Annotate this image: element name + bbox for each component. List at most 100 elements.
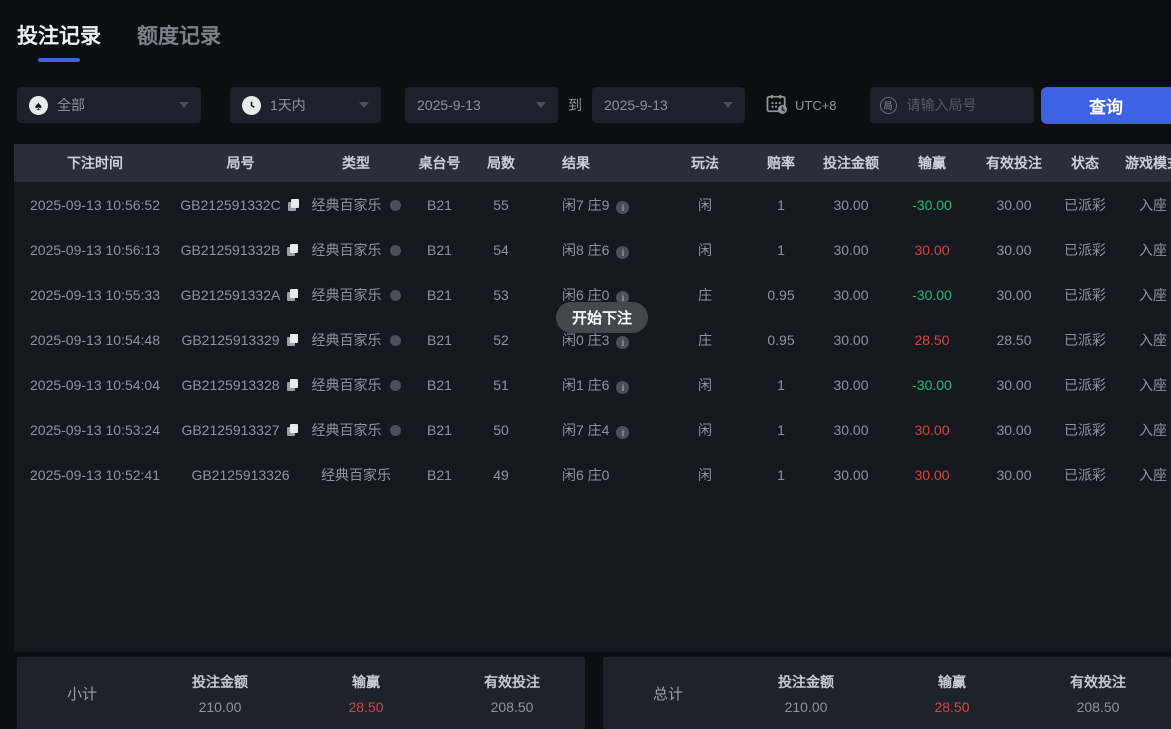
tab-bet-records[interactable]: 投注记录 <box>17 20 101 62</box>
result-text: 闲0 庄3 <box>562 332 609 348</box>
status-cell: 已派彩 <box>1059 182 1111 227</box>
bet-amount-cell: 30.00 <box>807 227 895 272</box>
winloss-cell: 30.00 <box>895 452 969 497</box>
round-count-cell: 53 <box>472 272 530 317</box>
valid-bet-cell: 30.00 <box>969 182 1059 227</box>
table-row[interactable]: 2025-09-13 10:56:13 GB212591332B 经典百家乐 B… <box>14 227 1171 272</box>
type-dot-icon[interactable] <box>390 290 401 301</box>
time-range-value: 1天内 <box>270 95 306 115</box>
play-type-cell: 庄 <box>655 317 755 362</box>
result-text: 闲6 庄0 <box>562 287 609 303</box>
table-header-row: 下注时间局号类型桌台号局数结果玩法赔率投注金额输赢有效投注状态游戏模式 <box>14 144 1171 182</box>
result-cell: 闲7 庄9 <box>530 182 655 227</box>
status-cell: 已派彩 <box>1059 362 1111 407</box>
play-type-cell: 闲 <box>655 362 755 407</box>
copy-icon[interactable] <box>287 334 300 347</box>
info-icon[interactable] <box>616 381 629 394</box>
bet-amount-cell: 30.00 <box>807 407 895 452</box>
table-row[interactable]: 2025-09-13 10:56:52 GB212591332C 经典百家乐 B… <box>14 182 1171 227</box>
valid-bet-cell: 30.00 <box>969 227 1059 272</box>
winloss-value: -30.00 <box>912 377 952 393</box>
winloss-cell: -30.00 <box>895 362 969 407</box>
type-dot-icon[interactable] <box>390 245 401 256</box>
info-icon[interactable] <box>616 426 629 439</box>
round-id-text: GB212591332A <box>181 287 281 303</box>
game-type-select[interactable]: ♠ 全部 <box>17 87 201 123</box>
bet-time-cell: 2025-09-13 10:52:41 <box>14 452 176 497</box>
info-icon[interactable] <box>616 246 629 259</box>
table-no-cell: B21 <box>407 182 472 227</box>
round-search-box[interactable]: 局 <box>870 87 1034 123</box>
column-header: 结果 <box>530 144 655 182</box>
bet-amount-cell: 30.00 <box>807 182 895 227</box>
result-text: 闲1 庄6 <box>562 377 609 393</box>
date-from-value: 2025-9-13 <box>417 97 481 113</box>
date-to-picker[interactable]: 2025-9-13 <box>592 87 745 123</box>
subtotal-valid-bet: 有效投注 208.50 <box>439 672 585 715</box>
column-header: 局数 <box>472 144 530 182</box>
winloss-value: 28.50 <box>914 332 949 348</box>
valid-bet-cell: 30.00 <box>969 362 1059 407</box>
valid-bet-cell: 30.00 <box>969 272 1059 317</box>
date-range-to-label: 到 <box>568 95 582 115</box>
game-mode-cell: 入座 <box>1111 272 1171 317</box>
game-mode-cell: 入座 <box>1111 317 1171 362</box>
round-id-cell: GB2125913329 <box>176 317 305 362</box>
table-no-cell: B21 <box>407 227 472 272</box>
game-mode-cell: 入座 <box>1111 227 1171 272</box>
date-from-picker[interactable]: 2025-9-13 <box>405 87 558 123</box>
chevron-down-icon <box>359 102 369 108</box>
round-id-cell: GB212591332B <box>176 227 305 272</box>
tab-quota-records[interactable]: 额度记录 <box>137 20 221 62</box>
odds-cell: 1 <box>755 227 807 272</box>
subtotal-bet-amount: 投注金额 210.00 <box>147 672 293 715</box>
subtotal-panel: 小计 投注金额 210.00 输赢 28.50 有效投注 208.50 <box>17 657 585 729</box>
copy-icon[interactable] <box>287 244 300 257</box>
round-count-cell: 52 <box>472 317 530 362</box>
table-row[interactable]: 2025-09-13 10:53:24 GB2125913327 经典百家乐 B… <box>14 407 1171 452</box>
round-count-cell: 55 <box>472 182 530 227</box>
column-header: 玩法 <box>655 144 755 182</box>
bet-time-cell: 2025-09-13 10:56:52 <box>14 182 176 227</box>
round-search-input[interactable] <box>905 96 1015 114</box>
type-dot-icon[interactable] <box>390 380 401 391</box>
result-text: 闲7 庄9 <box>562 197 609 213</box>
copy-icon[interactable] <box>288 199 301 212</box>
odds-cell: 1 <box>755 407 807 452</box>
type-dot-icon[interactable] <box>390 335 401 346</box>
game-mode-cell: 入座 <box>1111 407 1171 452</box>
type-dot-icon[interactable] <box>390 425 401 436</box>
round-id-cell: GB2125913328 <box>176 362 305 407</box>
copy-icon[interactable] <box>287 424 300 437</box>
column-header: 有效投注 <box>969 144 1059 182</box>
column-header: 状态 <box>1059 144 1111 182</box>
info-icon[interactable] <box>616 336 629 349</box>
bet-time-cell: 2025-09-13 10:56:13 <box>14 227 176 272</box>
query-button[interactable]: 查询 <box>1041 87 1171 124</box>
status-cell: 已派彩 <box>1059 227 1111 272</box>
table-no-cell: B21 <box>407 452 472 497</box>
table-row[interactable]: 2025-09-13 10:52:41 GB2125913326 经典百家乐 B… <box>14 452 1171 497</box>
table-row[interactable]: 2025-09-13 10:54:04 GB2125913328 经典百家乐 B… <box>14 362 1171 407</box>
type-dot-icon[interactable] <box>390 200 401 211</box>
time-range-select[interactable]: 1天内 <box>230 87 381 123</box>
round-count-cell: 49 <box>472 452 530 497</box>
play-type-cell: 闲 <box>655 182 755 227</box>
copy-icon[interactable] <box>287 289 300 302</box>
info-icon[interactable] <box>616 201 629 214</box>
winloss-value: 30.00 <box>914 467 949 483</box>
game-type-cell: 经典百家乐 <box>305 452 407 497</box>
date-to-value: 2025-9-13 <box>604 97 668 113</box>
bet-amount-cell: 30.00 <box>807 272 895 317</box>
bet-amount-cell: 30.00 <box>807 317 895 362</box>
bet-time-cell: 2025-09-13 10:54:48 <box>14 317 176 362</box>
copy-icon[interactable] <box>287 379 300 392</box>
column-header: 赔率 <box>755 144 807 182</box>
round-id-text: GB2125913329 <box>181 332 279 348</box>
winloss-cell: 30.00 <box>895 227 969 272</box>
active-tab-underline <box>38 58 80 62</box>
timezone-label: UTC+8 <box>795 98 837 113</box>
odds-cell: 1 <box>755 182 807 227</box>
game-mode-cell: 入座 <box>1111 452 1171 497</box>
column-header: 下注时间 <box>14 144 176 182</box>
